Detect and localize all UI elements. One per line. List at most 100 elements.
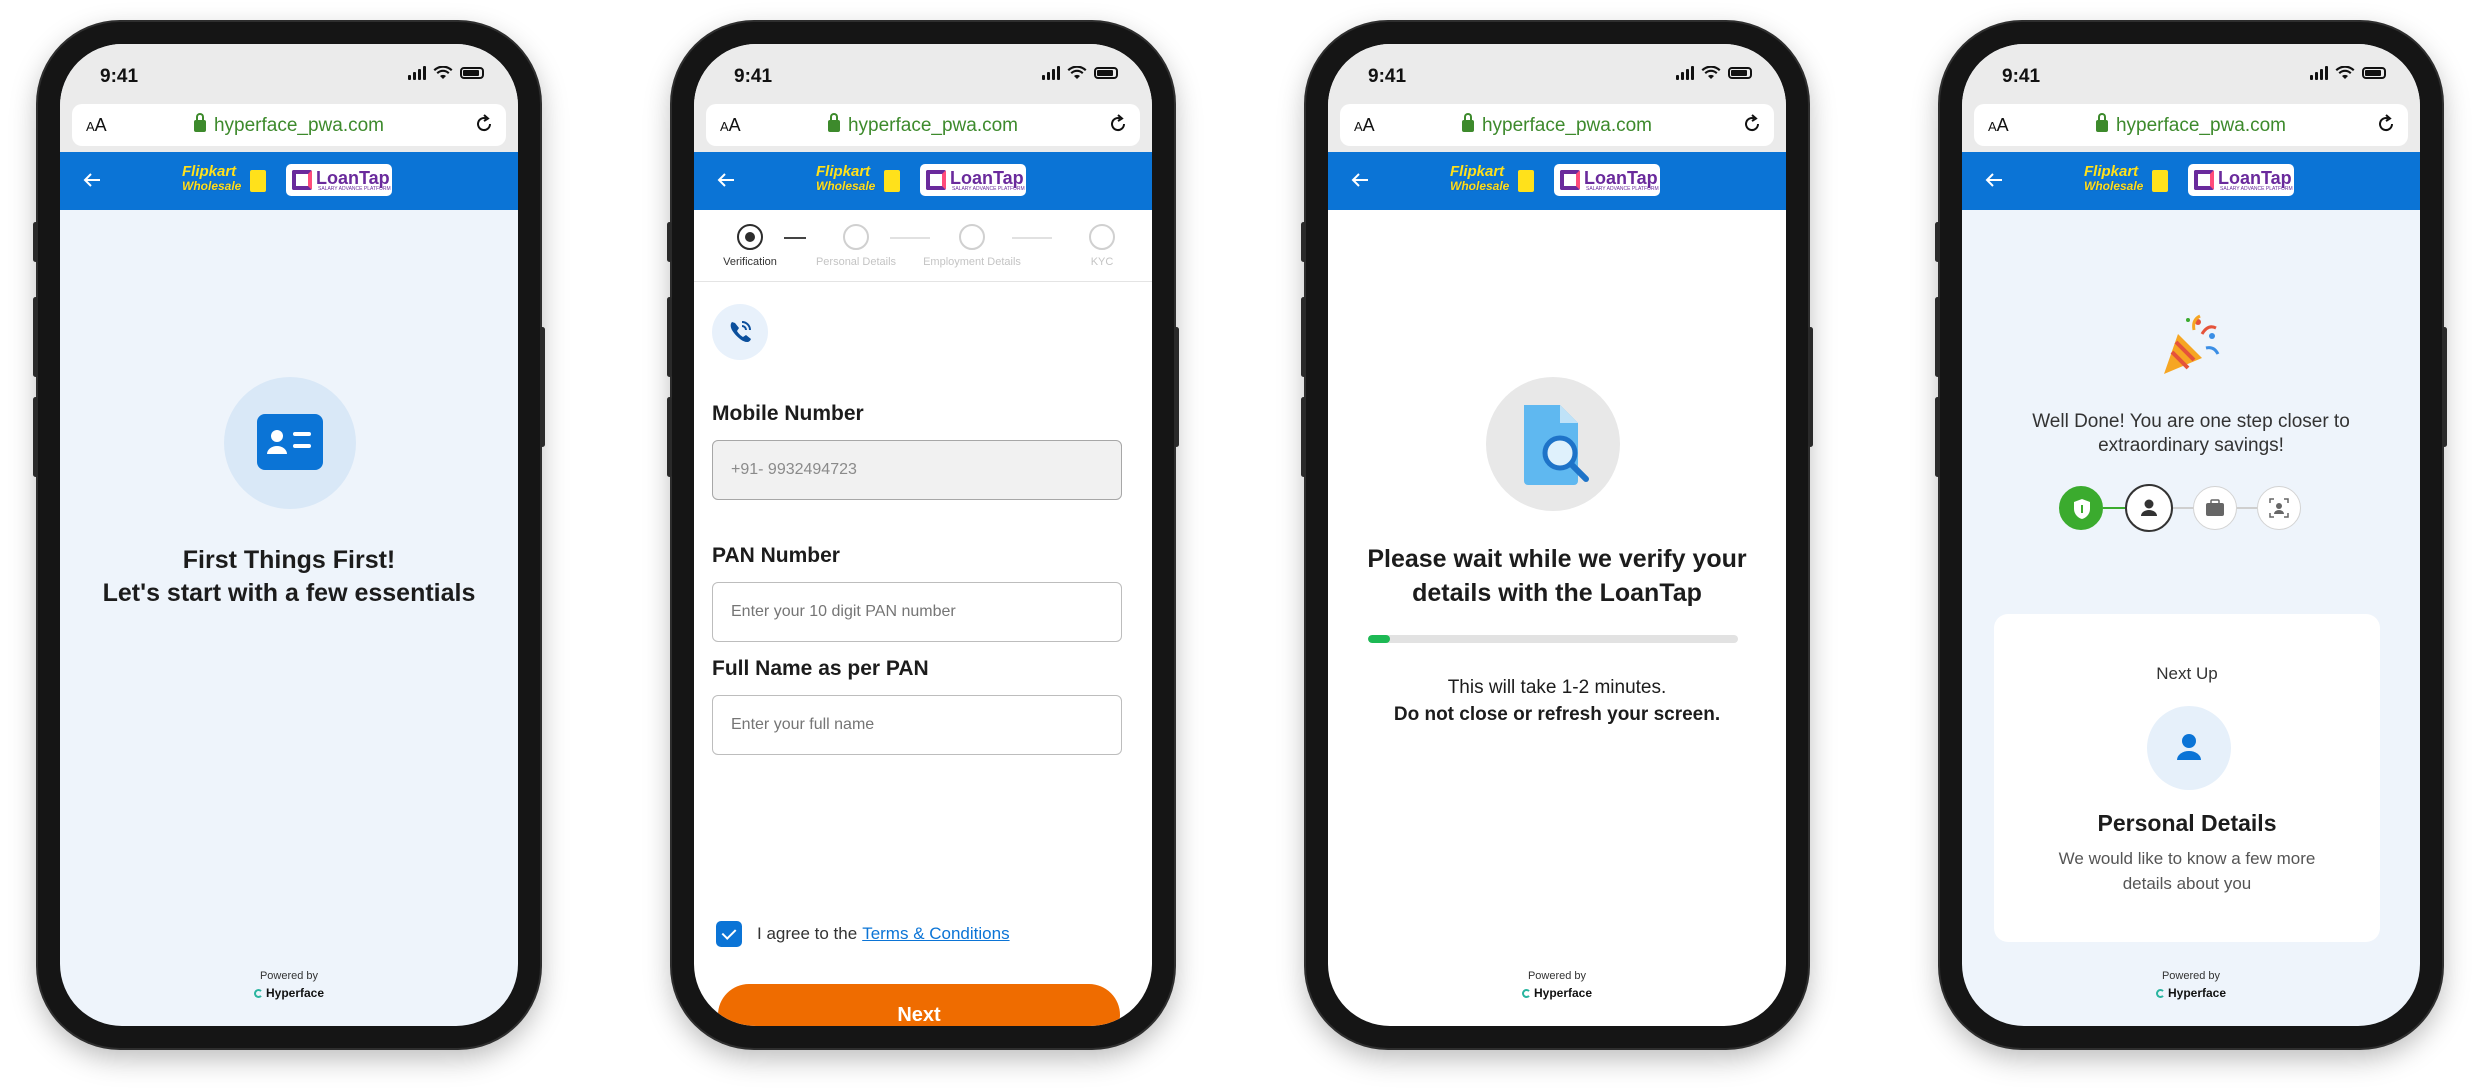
mobile-number-field: +91- 9932494723 (712, 440, 1122, 500)
address-field[interactable]: AA hyperface_pwa.com (706, 104, 1140, 146)
battery-icon (460, 67, 484, 79)
wifi-icon (1701, 66, 1721, 79)
scan-face-icon (2257, 486, 2301, 530)
flipkart-wholesale-logo: Flipkart Wholesale (816, 164, 900, 200)
full-name-input[interactable] (712, 695, 1122, 755)
back-arrow-icon[interactable] (80, 168, 104, 192)
back-arrow-icon[interactable] (1982, 168, 2006, 192)
lock-icon (193, 113, 206, 132)
reload-icon[interactable] (2374, 112, 2398, 136)
app-header: Flipkart Wholesale LoanTap SALARY ADVANCE … (60, 152, 518, 210)
reload-icon[interactable] (1106, 112, 1130, 136)
step-kyc: KYC (1052, 224, 1152, 268)
app-header: Flipkart Wholesale LoanTap SALARY ADVANCE … (1962, 152, 2420, 210)
back-arrow-icon[interactable] (714, 168, 738, 192)
terms-agreement: I agree to the Terms & Conditions (716, 921, 1010, 947)
lock-icon (827, 113, 840, 132)
pan-number-label: PAN Number (712, 544, 840, 567)
phone-frame-2: 9:41 AA hyperface_pwa.com Flipkart Wholes… (667, 22, 1179, 1048)
next-up-card[interactable]: Next Up Personal Details We would like t… (1994, 614, 2380, 942)
flipkart-wholesale-logo: Flipkart Wholesale (182, 164, 266, 200)
lock-icon (2095, 113, 2108, 132)
lock-icon (1461, 113, 1474, 132)
browser-url-bar: AA hyperface_pwa.com (1962, 98, 2420, 152)
terms-link[interactable]: Terms & Conditions (862, 924, 1009, 944)
status-bar: 9:41 (60, 44, 518, 98)
address-field[interactable]: AA hyperface_pwa.com (1974, 104, 2408, 146)
reload-icon[interactable] (472, 112, 496, 136)
progress-fill (1368, 635, 1391, 643)
wifi-icon (433, 66, 453, 79)
well-done-heading: Well Done! You are one step closer to ex… (2032, 411, 2350, 456)
wifi-icon (1067, 66, 1087, 79)
terms-checkbox[interactable] (716, 921, 742, 947)
url-text: hyperface_pwa.com (2115, 115, 2287, 136)
next-step-title: Personal Details (2097, 810, 2277, 836)
phone-frame-1: 9:41 AA hyperface_pwa.com Flipkart Wholes… (33, 22, 545, 1048)
wifi-icon (2335, 66, 2355, 79)
reload-icon[interactable] (1740, 112, 1764, 136)
loantap-logo: LoanTap SALARY ADVANCE PLATFORM (2188, 164, 2294, 196)
screen-verifying: 9:41 AA hyperface_pwa.com Flipkart Wholes… (1328, 44, 1786, 1026)
onboarding-stepper: Verification Personal Details Employment… (694, 210, 1152, 282)
app-header: Flipkart Wholesale LoanTap SALARY ADVANCE … (694, 152, 1152, 210)
back-arrow-icon[interactable] (1348, 168, 1372, 192)
id-card-icon (224, 377, 356, 509)
loantap-logo: LoanTap SALARY ADVANCE PLATFORM (1554, 164, 1660, 196)
battery-icon (1728, 67, 1752, 79)
browser-url-bar: AA hyperface_pwa.com (60, 98, 518, 152)
shield-icon (737, 224, 763, 250)
mobile-number-label: Mobile Number (712, 402, 864, 425)
signal-icon (2310, 66, 2328, 80)
status-bar: 9:41 (1328, 44, 1786, 98)
browser-url-bar: AA hyperface_pwa.com (694, 98, 1152, 152)
browser-url-bar: AA hyperface_pwa.com (1328, 98, 1786, 152)
screen-intro: 9:41 AA hyperface_pwa.com Flipkart Wholes… (60, 44, 518, 1026)
url-text: hyperface_pwa.com (847, 115, 1019, 136)
battery-icon (2362, 67, 2386, 79)
next-up-label: Next Up (2156, 664, 2218, 683)
signal-icon (1042, 66, 1060, 80)
loantap-logo: LoanTap SALARY ADVANCE PLATFORM (920, 164, 1026, 196)
status-time: 9:41 (100, 66, 139, 87)
status-bar: 9:41 (694, 44, 1152, 98)
powered-by-footer: Powered by Hyperface (1328, 970, 1786, 1003)
flipkart-wholesale-logo: Flipkart Wholesale (2084, 164, 2168, 200)
pan-number-input[interactable] (712, 582, 1122, 642)
verifying-heading: Please wait while we verify your details… (1367, 545, 1747, 607)
signal-icon (408, 66, 426, 80)
agree-text: I agree to the (757, 924, 858, 943)
step-personal-details: Personal Details (806, 224, 906, 268)
flipkart-wholesale-logo: Flipkart Wholesale (1450, 164, 1534, 200)
address-field[interactable]: AA hyperface_pwa.com (72, 104, 506, 146)
status-bar: 9:41 (1962, 44, 2420, 98)
powered-by-footer: Powered by Hyperface (1962, 970, 2420, 1003)
hyperface-logo-icon (253, 988, 263, 998)
address-field[interactable]: AA hyperface_pwa.com (1340, 104, 1774, 146)
powered-by-footer: Powered by Hyperface (60, 970, 518, 1003)
user-icon (843, 224, 869, 250)
battery-icon (1094, 67, 1118, 79)
progress-steps (2059, 484, 2329, 532)
phone-frame-4: 9:41 AA hyperface_pwa.com Flipkart Wholes… (1935, 22, 2447, 1048)
screen-step-complete: 9:41 AA hyperface_pwa.com Flipkart Wholes… (1962, 44, 2420, 1026)
status-time: 9:41 (1368, 66, 1407, 87)
next-button[interactable]: Next (718, 984, 1120, 1026)
signal-icon (1676, 66, 1694, 80)
step-verification: Verification (700, 224, 800, 268)
verification-progress-bar (1368, 635, 1738, 643)
shield-icon (2059, 486, 2103, 530)
wait-note: This will take 1-2 minutes. Do not close… (1393, 677, 1721, 725)
phone-frame-3: 9:41 AA hyperface_pwa.com Flipkart Wholes… (1301, 22, 1813, 1048)
status-time: 9:41 (2002, 66, 2041, 87)
url-text: hyperface_pwa.com (213, 115, 385, 136)
full-name-label: Full Name as per PAN (712, 657, 929, 680)
screen-verification-form: 9:41 AA hyperface_pwa.com Flipkart Wholes… (694, 44, 1152, 1026)
user-icon (2125, 484, 2173, 532)
status-time: 9:41 (734, 66, 773, 87)
next-step-description: We would like to know a few more details… (2058, 849, 2316, 893)
briefcase-icon (959, 224, 985, 250)
step-employment-details: Employment Details (922, 224, 1022, 268)
mockup-stage: 9:41 AA hyperface_pwa.com Flipkart Wholes… (0, 0, 2472, 1088)
intro-heading: First Things First! Let's start with a f… (102, 546, 476, 607)
